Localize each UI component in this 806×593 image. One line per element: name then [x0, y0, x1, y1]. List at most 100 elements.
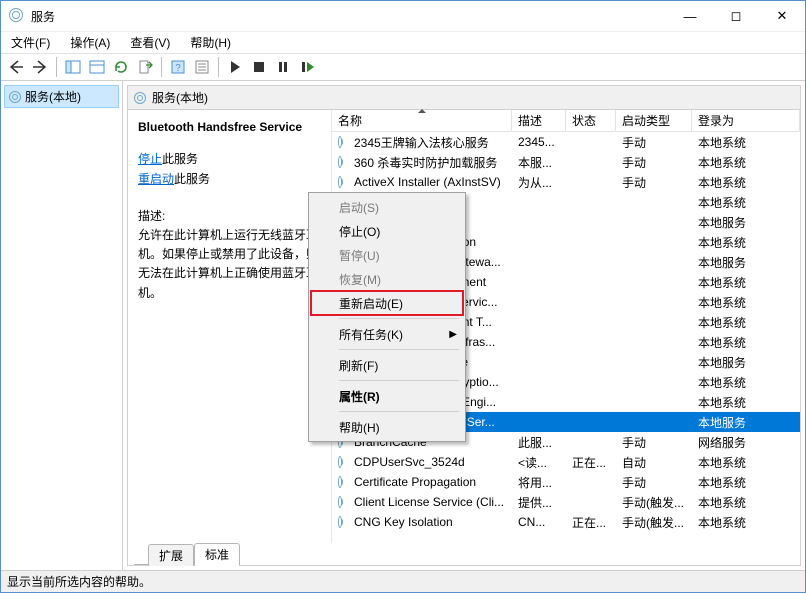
desc-label: 描述: [138, 207, 321, 224]
start-service-button[interactable] [224, 56, 246, 78]
cell-name: CNG Key Isolation [348, 515, 512, 529]
service-row[interactable]: Certificate Propagation将用...手动本地系统 [332, 472, 800, 492]
gear-icon [134, 92, 146, 104]
close-button[interactable]: ✕ [759, 1, 805, 31]
cell-status: 正在... [566, 514, 616, 531]
cell-logon: 本地系统 [692, 494, 800, 511]
restart-service-button[interactable] [296, 56, 318, 78]
cell-desc: <读... [512, 454, 566, 471]
detail-column: Bluetooth Handsfree Service 停止此服务 重启动此服务… [128, 110, 332, 543]
context-item[interactable]: 帮助(H) [311, 415, 463, 439]
menubar: 文件(F) 操作(A) 查看(V) 帮助(H) [1, 31, 805, 53]
context-item[interactable]: 刷新(F) [311, 353, 463, 377]
cell-logon: 本地服务 [692, 214, 800, 231]
tab-extended[interactable]: 扩展 [148, 544, 194, 566]
col-logon[interactable]: 登录为 [692, 110, 800, 131]
cell-desc: 此服... [512, 434, 566, 451]
window-title: 服务 [31, 8, 55, 25]
cell-name: Client License Service (Cli... [348, 495, 512, 509]
cell-logon: 本地服务 [692, 414, 800, 431]
cell-startup: 手动(触发... [616, 514, 692, 531]
cell-startup: 自动 [616, 454, 692, 471]
refresh-button[interactable] [110, 56, 132, 78]
view-tabs: 扩展 标准 [128, 543, 800, 565]
menu-view[interactable]: 查看(V) [126, 32, 174, 53]
col-startup[interactable]: 启动类型 [616, 110, 692, 131]
service-row[interactable]: CDPUserSvc_3524d<读...正在...自动本地系统 [332, 452, 800, 472]
gear-icon [332, 456, 348, 468]
col-status[interactable]: 状态 [566, 110, 616, 131]
refresh-icon [113, 59, 129, 75]
service-row[interactable]: 360 杀毒实时防护加载服务本服...手动本地系统 [332, 152, 800, 172]
cell-startup: 手动 [616, 434, 692, 451]
back-button[interactable] [5, 56, 27, 78]
menu-help[interactable]: 帮助(H) [186, 32, 235, 53]
col-desc[interactable]: 描述 [512, 110, 566, 131]
context-item[interactable]: 重新启动(E) [311, 291, 463, 315]
cell-desc: 2345... [512, 135, 566, 149]
cell-desc: 提供... [512, 494, 566, 511]
cell-startup: 手动 [616, 134, 692, 151]
export-button[interactable] [134, 56, 156, 78]
col-name[interactable]: 名称 [332, 110, 512, 131]
restart-line: 重启动此服务 [138, 170, 321, 187]
restart-icon [299, 59, 315, 75]
content-area: 服务(本地) 服务(本地) Bluetooth Handsfree Servic… [1, 81, 805, 570]
service-row[interactable]: Client License Service (Cli...提供... 手动(触发… [332, 492, 800, 512]
gear-icon [332, 476, 348, 488]
stop-line: 停止此服务 [138, 150, 321, 167]
cell-logon: 本地系统 [692, 234, 800, 251]
app-icon [9, 8, 25, 24]
stop-service-button[interactable] [248, 56, 270, 78]
go-up-button[interactable] [191, 56, 213, 78]
cell-status: 正在... [566, 454, 616, 471]
tab-standard[interactable]: 标准 [194, 543, 240, 566]
help-icon: ? [170, 59, 186, 75]
context-item: 启动(S) [311, 195, 463, 219]
cell-name: ActiveX Installer (AxInstSV) [348, 175, 512, 189]
service-row[interactable]: ActiveX Installer (AxInstSV)为从...手动本地系统 [332, 172, 800, 192]
stop-link[interactable]: 停止 [138, 152, 162, 166]
gear-icon [9, 91, 21, 103]
gear-icon [332, 516, 348, 528]
help-button[interactable]: ? [167, 56, 189, 78]
properties-button[interactable] [86, 56, 108, 78]
stop-icon [251, 59, 267, 75]
context-item[interactable]: 所有任务(K)▶ [311, 322, 463, 346]
cell-logon: 本地服务 [692, 254, 800, 271]
context-menu: 启动(S)停止(O)暂停(U)恢复(M)重新启动(E)所有任务(K)▶刷新(F)… [308, 192, 466, 442]
cell-logon: 本地系统 [692, 514, 800, 531]
restart-link[interactable]: 重启动 [138, 172, 174, 186]
cell-logon: 本地系统 [692, 174, 800, 191]
cell-startup: 手动 [616, 474, 692, 491]
cell-startup: 手动(触发... [616, 494, 692, 511]
context-item[interactable]: 属性(R) [311, 384, 463, 408]
service-row[interactable]: CNG Key IsolationCN...正在...手动(触发...本地系统 [332, 512, 800, 532]
forward-button[interactable] [29, 56, 51, 78]
context-separator [339, 349, 459, 350]
left-tree-pane: 服务(本地) [1, 81, 123, 570]
play-icon [227, 59, 243, 75]
cell-name: Certificate Propagation [348, 475, 512, 489]
pane-header: 服务(本地) [128, 86, 800, 110]
context-item[interactable]: 停止(O) [311, 219, 463, 243]
service-row[interactable]: 2345王牌输入法核心服务2345...手动本地系统 [332, 132, 800, 152]
minimize-button[interactable]: ― [667, 1, 713, 31]
back-arrow-icon [8, 59, 24, 75]
menu-action[interactable]: 操作(A) [66, 32, 114, 53]
menu-file[interactable]: 文件(F) [7, 32, 54, 53]
tree-node-services-local[interactable]: 服务(本地) [4, 85, 119, 108]
statusbar: 显示当前所选内容的帮助。 [1, 570, 805, 592]
cell-logon: 本地系统 [692, 454, 800, 471]
cell-logon: 本地系统 [692, 394, 800, 411]
list-column: 名称 描述 状态 启动类型 登录为 2345王牌输入法核心服务2345...手动… [332, 110, 800, 543]
gear-icon [332, 496, 348, 508]
maximize-button[interactable]: ◻ [713, 1, 759, 31]
forward-arrow-icon [32, 59, 48, 75]
desc-text: 允许在此计算机上运行无线蓝牙耳机。如果停止或禁用了此设备，则无法在此计算机上正确… [138, 226, 321, 303]
toolbar: ? [1, 53, 805, 81]
status-text: 显示当前所选内容的帮助。 [7, 573, 151, 590]
cell-desc: 为从... [512, 174, 566, 191]
pause-service-button[interactable] [272, 56, 294, 78]
show-hide-tree-button[interactable] [62, 56, 84, 78]
